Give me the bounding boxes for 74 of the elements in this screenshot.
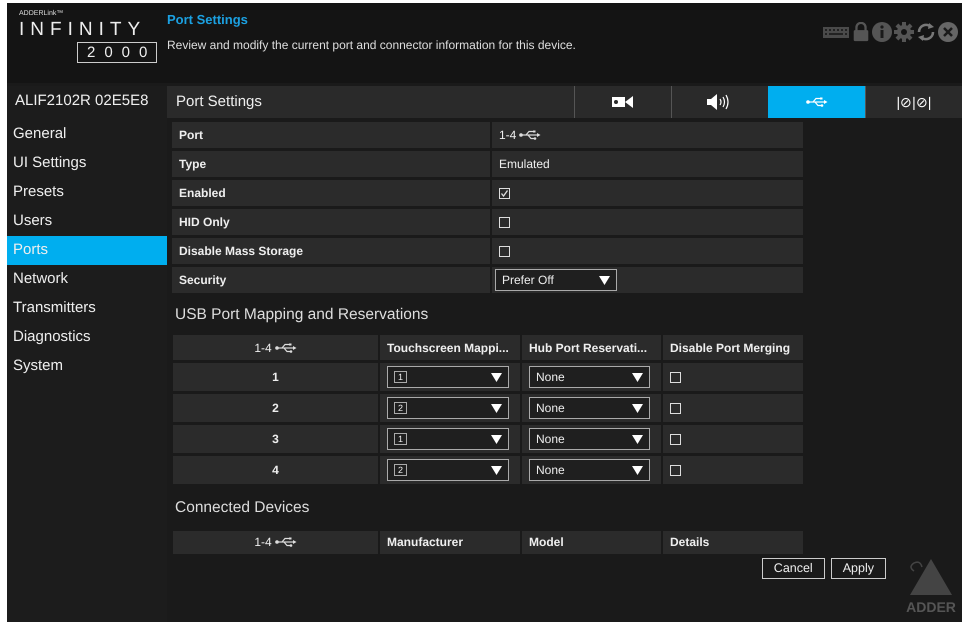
touchscreen-dropdown[interactable]: 2 <box>387 459 509 482</box>
setting-label: Enabled <box>172 180 490 206</box>
sidebar-item[interactable]: Diagnostics <box>7 323 167 352</box>
caret-icon <box>632 372 643 382</box>
touchscreen-dropdown[interactable]: 2 <box>387 397 509 420</box>
checkbox[interactable] <box>499 246 510 256</box>
port-number: 4 <box>173 456 378 484</box>
sidebar-item[interactable]: Presets <box>7 178 167 207</box>
sidebar-item[interactable]: UI Settings <box>7 149 167 178</box>
usb-icon <box>274 342 297 353</box>
sidebar-item[interactable]: Network <box>7 265 167 294</box>
caret-icon <box>599 276 610 284</box>
column-header: Model <box>522 530 661 554</box>
page-description: Review and modify the current port and connector information for this device. <box>167 36 576 54</box>
setting-label: Port <box>172 122 490 148</box>
sidebar-item[interactable]: Transmitters <box>7 294 167 323</box>
dialog-button[interactable]: Cancel <box>762 558 825 578</box>
touchscreen-dropdown[interactable]: 1 <box>387 428 509 450</box>
refresh-icon[interactable] <box>916 22 936 42</box>
reservation-dropdown[interactable]: None <box>529 366 650 388</box>
section-title: USB Port Mapping and Reservations <box>174 305 428 325</box>
security-dropdown[interactable]: Prefer Off <box>495 269 617 291</box>
usb-icon <box>806 97 828 107</box>
caret-icon <box>491 404 502 413</box>
port-number: 2 <box>173 394 378 422</box>
logo-text: ADDER <box>906 598 956 617</box>
usb-icon <box>274 537 297 547</box>
column-header: Hub Port Reservati... <box>522 335 661 360</box>
serial-tab[interactable]: |⊘|⊘| <box>865 86 962 118</box>
panel-title: Port Settings <box>175 92 262 112</box>
caret-icon <box>632 466 643 475</box>
caret-icon <box>491 372 502 382</box>
product-name: INFINITY <box>19 20 146 40</box>
caret-icon <box>491 434 502 444</box>
column-header: Disable Port Merging <box>663 335 803 360</box>
port-range: 1-4 <box>254 534 272 551</box>
checkbox[interactable] <box>499 216 510 228</box>
setting-value: Emulated <box>492 151 803 177</box>
section-title: Connected Devices <box>174 498 310 518</box>
checkbox[interactable] <box>670 402 681 414</box>
touchscreen-dropdown[interactable]: 1 <box>387 366 509 388</box>
port-range: 1-4 <box>254 340 272 357</box>
port-number: 1 <box>173 363 378 392</box>
setting-label: Type <box>172 151 490 177</box>
checkbox[interactable] <box>670 464 681 476</box>
caret-icon <box>632 404 643 413</box>
sidebar-item[interactable]: General <box>7 120 167 149</box>
dialog-button[interactable]: Apply <box>830 558 886 578</box>
port-number: 3 <box>173 425 378 454</box>
checkbox[interactable] <box>670 434 681 445</box>
usb-icon <box>519 130 542 140</box>
checkbox[interactable] <box>670 372 681 383</box>
port-range: 1-4 <box>499 127 516 144</box>
video-camera-icon <box>612 96 634 108</box>
caret-icon <box>632 434 643 444</box>
lock-icon[interactable] <box>852 22 870 42</box>
reservation-dropdown[interactable]: None <box>529 459 650 482</box>
setting-label: HID Only <box>172 209 490 235</box>
sidebar-item[interactable]: System <box>7 352 167 381</box>
column-header: Manufacturer <box>380 530 520 554</box>
model-number: 2000 <box>77 42 158 64</box>
settings-icon[interactable] <box>894 22 914 42</box>
reservation-dropdown[interactable]: None <box>529 428 650 450</box>
page-title: Port Settings <box>167 11 248 29</box>
checkbox[interactable] <box>499 188 510 198</box>
sidebar-item[interactable]: Users <box>7 207 167 236</box>
column-header: Touchscreen Mappi... <box>380 335 520 360</box>
close-icon[interactable] <box>938 22 958 42</box>
column-header: Details <box>663 530 803 554</box>
setting-label: Security <box>172 267 490 293</box>
info-icon[interactable] <box>872 22 892 42</box>
reservation-dropdown[interactable]: None <box>529 397 650 420</box>
caret-icon <box>491 466 502 475</box>
setting-label: Disable Mass Storage <box>172 238 490 264</box>
